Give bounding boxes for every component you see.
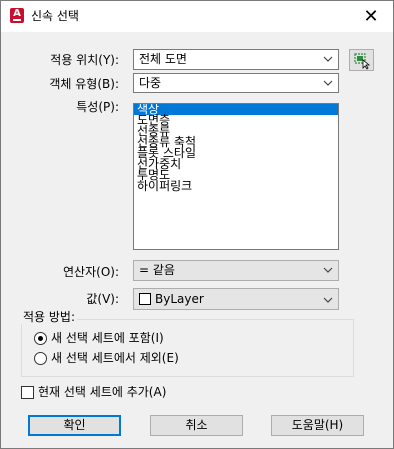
object-type-value: 다중: [139, 76, 162, 90]
exclude-radio-label[interactable]: 새 선택 세트에서 제외(E): [51, 350, 179, 366]
help-button[interactable]: 도움말(H): [271, 415, 364, 436]
dialog-title: 신속 선택: [31, 9, 79, 23]
property-item-hyperlink[interactable]: 하이퍼링크: [134, 180, 338, 192]
ok-button[interactable]: 확인: [28, 415, 121, 436]
close-button[interactable]: ✕: [353, 3, 389, 30]
select-objects-button[interactable]: [349, 49, 374, 71]
operator-dropdown[interactable]: = 같음: [133, 260, 339, 281]
title-bar: A 신속 선택 ✕: [1, 1, 393, 32]
include-radio-label[interactable]: 새 선택 세트에 포함(I): [51, 330, 164, 346]
quick-select-dialog: A 신속 선택 ✕ 적용 위치(Y): 전체 도면 객체 유형(B): 다중 특…: [0, 0, 394, 449]
chevron-down-icon: [323, 56, 333, 62]
value-text: ByLayer: [155, 292, 204, 306]
select-objects-icon: [354, 53, 371, 70]
chevron-down-icon: [323, 297, 333, 303]
append-checkbox-label[interactable]: 현재 선택 세트에 추가(A): [38, 384, 166, 400]
object-type-label: 객체 유형(B):: [49, 77, 119, 91]
cancel-button[interactable]: 취소: [150, 415, 243, 436]
value-dropdown[interactable]: ByLayer: [133, 288, 339, 310]
exclude-radio[interactable]: [34, 352, 47, 365]
apply-to-dropdown[interactable]: 전체 도면: [133, 49, 339, 70]
how-to-apply-group: [21, 319, 354, 377]
chevron-down-icon: [323, 80, 333, 86]
include-radio[interactable]: [34, 332, 47, 345]
how-to-apply-legend: 적용 방법:: [21, 310, 78, 324]
apply-to-label: 적용 위치(Y):: [50, 53, 119, 67]
object-type-dropdown[interactable]: 다중: [133, 73, 339, 93]
append-checkbox[interactable]: [21, 386, 34, 399]
apply-to-value: 전체 도면: [139, 52, 187, 66]
chevron-down-icon: [323, 267, 333, 273]
operator-label: 연산자(O):: [63, 265, 119, 279]
properties-label: 특성(P):: [76, 100, 119, 114]
properties-list[interactable]: 색상 도면층 선종류 선종류 축척 플롯 스타일 선가중치 투명도 하이퍼링크: [133, 103, 339, 250]
autocad-app-icon: A: [10, 8, 24, 23]
operator-value: = 같음: [139, 263, 175, 277]
value-label: 값(V):: [86, 292, 119, 306]
color-swatch: [139, 293, 151, 305]
